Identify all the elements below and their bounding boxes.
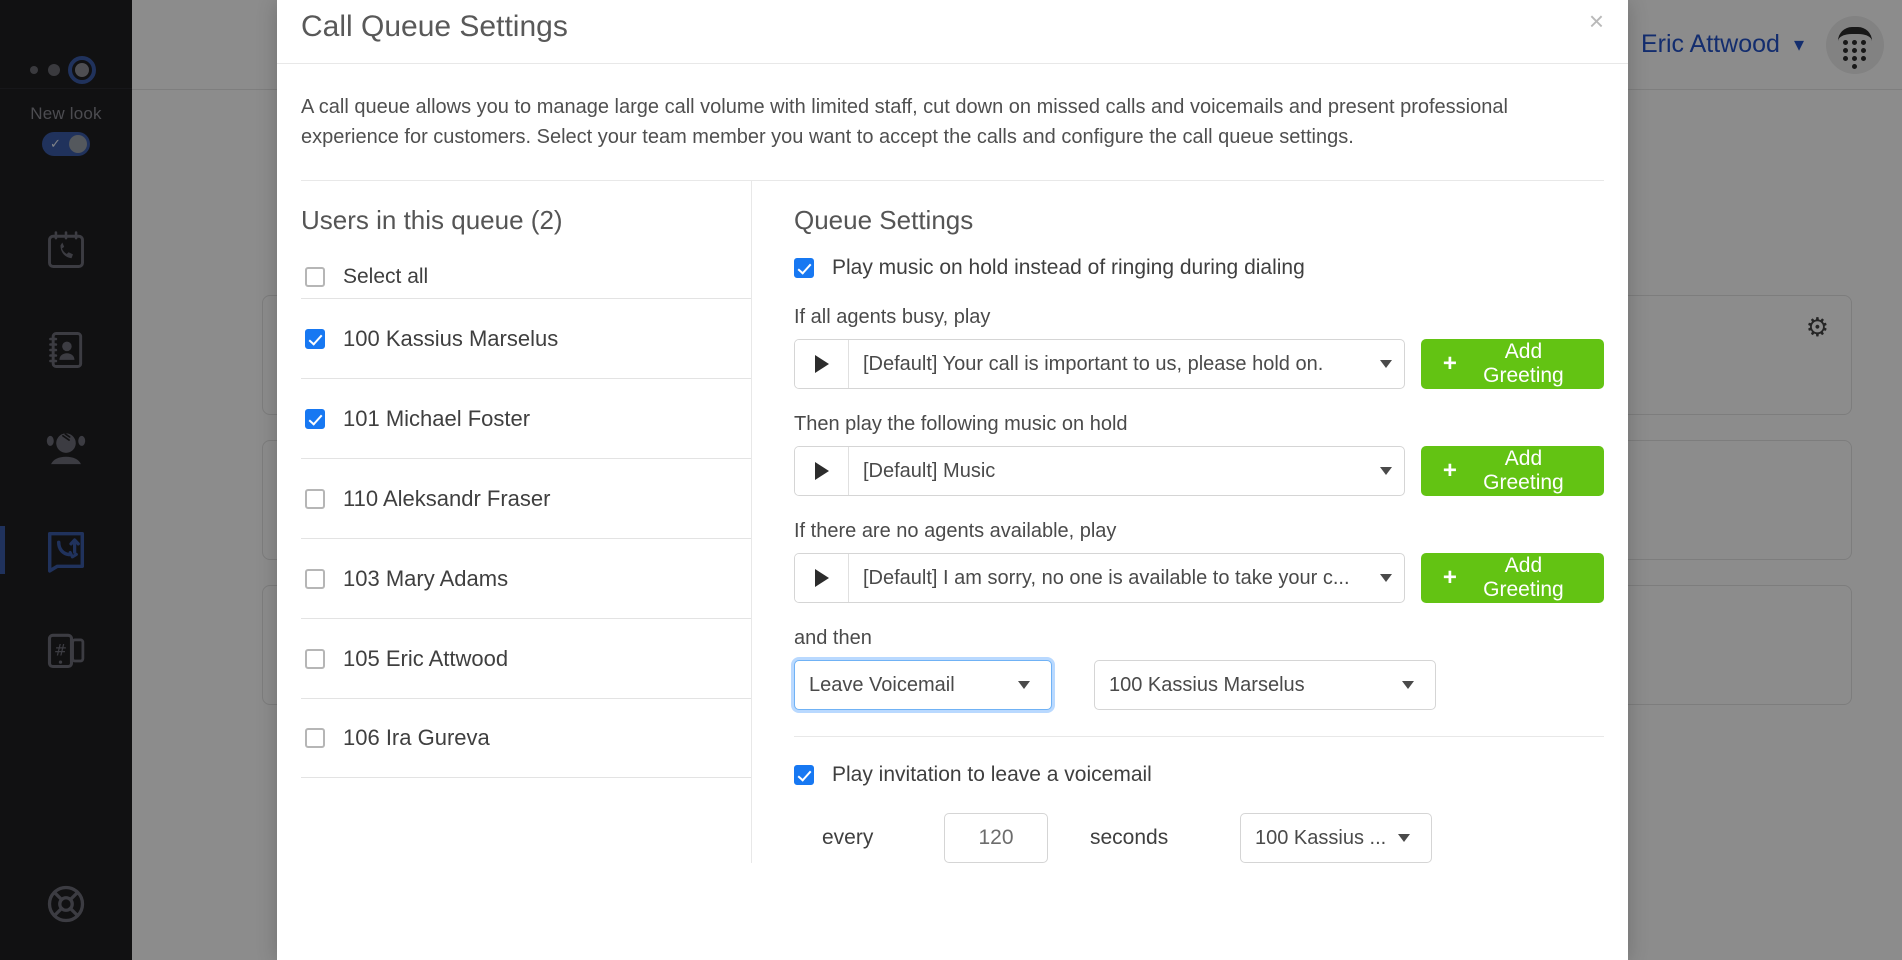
seconds-label: seconds	[1090, 826, 1169, 849]
close-icon[interactable]: ×	[1589, 8, 1604, 34]
plus-icon: +	[1442, 457, 1457, 484]
modal-header: Call Queue Settings ×	[277, 0, 1628, 64]
user-checkbox[interactable]	[305, 728, 325, 748]
chevron-down-icon[interactable]	[1368, 447, 1404, 495]
music-hold-value: [Default] Music	[863, 459, 996, 482]
no-agents-row: [Default] I am sorry, no one is availabl…	[794, 553, 1604, 603]
play-icon[interactable]	[795, 447, 849, 495]
chevron-down-icon[interactable]	[1368, 554, 1404, 602]
user-checkbox[interactable]	[305, 408, 325, 429]
voicemail-invitation-row[interactable]: Play invitation to leave a voicemail	[794, 763, 1604, 787]
and-then-action-select[interactable]: Leave Voicemail	[794, 660, 1052, 710]
select-all-label: Select all	[343, 265, 429, 288]
music-on-hold-row[interactable]: Play music on hold instead of ringing du…	[794, 256, 1604, 280]
user-list-item[interactable]: 103 Mary Adams	[301, 538, 751, 618]
user-label: 101 Michael Foster	[343, 405, 531, 431]
music-hold-row: [Default] Music + Add Greeting	[794, 446, 1604, 496]
music-on-hold-checkbox[interactable]	[794, 258, 814, 278]
app-screen: New look ✓ # Eric Attwood ▾ ⚙ Call Queue…	[0, 0, 1902, 960]
play-icon[interactable]	[795, 554, 849, 602]
music-hold-label: Then play the following music on hold	[794, 413, 1128, 435]
add-greeting-label: Add Greeting	[1483, 447, 1564, 494]
plus-icon: +	[1442, 564, 1457, 591]
queue-settings-title: Queue Settings	[794, 205, 974, 235]
voicemail-target-select[interactable]: 100 Kassius ...	[1240, 813, 1432, 863]
and-then-row: Leave Voicemail 100 Kassius Marselus	[794, 660, 1604, 710]
user-label: 105 Eric Attwood	[343, 645, 509, 671]
every-label: every	[822, 826, 874, 849]
user-list-item[interactable]: 105 Eric Attwood	[301, 618, 751, 698]
user-list-item[interactable]: 110 Aleksandr Fraser	[301, 458, 751, 538]
user-checkbox[interactable]	[305, 568, 325, 589]
no-agents-select[interactable]: [Default] I am sorry, no one is availabl…	[794, 553, 1405, 603]
chevron-down-icon[interactable]	[1368, 340, 1404, 388]
user-list-item[interactable]: 101 Michael Foster	[301, 378, 751, 458]
all-busy-select[interactable]: [Default] Your call is important to us, …	[794, 339, 1405, 389]
interval-input[interactable]	[944, 813, 1048, 863]
no-agents-label: If there are no agents available, play	[794, 520, 1117, 542]
user-checkbox[interactable]	[305, 328, 325, 349]
and-then-action-value: Leave Voicemail	[809, 673, 955, 696]
users-panel: Users in this queue (2) Select all 100 K…	[301, 181, 751, 863]
settings-divider	[794, 736, 1604, 737]
user-checkbox[interactable]	[305, 648, 325, 669]
user-label: 110 Aleksandr Fraser	[343, 485, 551, 511]
and-then-target-select[interactable]: 100 Kassius Marselus	[1094, 660, 1436, 710]
user-list-item[interactable]: 100 Kassius Marselus	[301, 298, 751, 378]
music-on-hold-label: Play music on hold instead of ringing du…	[832, 256, 1305, 279]
user-label: 103 Mary Adams	[343, 565, 509, 591]
add-greeting-button[interactable]: + Add Greeting	[1420, 446, 1604, 496]
all-busy-row: [Default] Your call is important to us, …	[794, 339, 1604, 389]
voicemail-invitation-checkbox[interactable]	[794, 765, 814, 785]
queue-settings-panel: Queue Settings Play music on hold instea…	[751, 181, 1604, 863]
chevron-down-icon[interactable]	[1391, 681, 1425, 689]
modal-description: A call queue allows you to manage large …	[301, 96, 1508, 148]
add-greeting-label: Add Greeting	[1483, 554, 1564, 601]
call-queue-settings-modal: Call Queue Settings × A call queue allow…	[277, 0, 1628, 960]
plus-icon: +	[1442, 350, 1457, 377]
modal-body: Users in this queue (2) Select all 100 K…	[277, 181, 1628, 863]
modal-title: Call Queue Settings	[301, 10, 568, 43]
chevron-down-icon[interactable]	[1387, 834, 1421, 842]
add-greeting-label: Add Greeting	[1483, 340, 1564, 387]
no-agents-value: [Default] I am sorry, no one is availabl…	[863, 566, 1350, 589]
and-then-target-value: 100 Kassius Marselus	[1109, 673, 1305, 696]
chevron-down-icon[interactable]	[1007, 681, 1041, 689]
select-all-row[interactable]: Select all	[301, 256, 751, 298]
voicemail-interval-row: every seconds 100 Kassius ...	[794, 813, 1604, 863]
user-checkbox[interactable]	[305, 488, 325, 509]
voicemail-invitation-label: Play invitation to leave a voicemail	[832, 763, 1152, 786]
and-then-label: and then	[794, 627, 872, 649]
voicemail-target-value: 100 Kassius ...	[1255, 826, 1387, 849]
all-busy-value: [Default] Your call is important to us, …	[863, 352, 1324, 375]
add-greeting-button[interactable]: + Add Greeting	[1420, 553, 1604, 603]
user-list-item[interactable]: 106 Ira Gureva	[301, 698, 751, 778]
users-panel-title: Users in this queue (2)	[301, 205, 563, 235]
music-hold-select[interactable]: [Default] Music	[794, 446, 1405, 496]
play-icon[interactable]	[795, 340, 849, 388]
user-label: 100 Kassius Marselus	[343, 325, 559, 351]
all-busy-label: If all agents busy, play	[794, 306, 991, 328]
add-greeting-button[interactable]: + Add Greeting	[1420, 339, 1604, 389]
select-all-checkbox[interactable]	[305, 267, 325, 287]
user-label: 106 Ira Gureva	[343, 725, 490, 750]
